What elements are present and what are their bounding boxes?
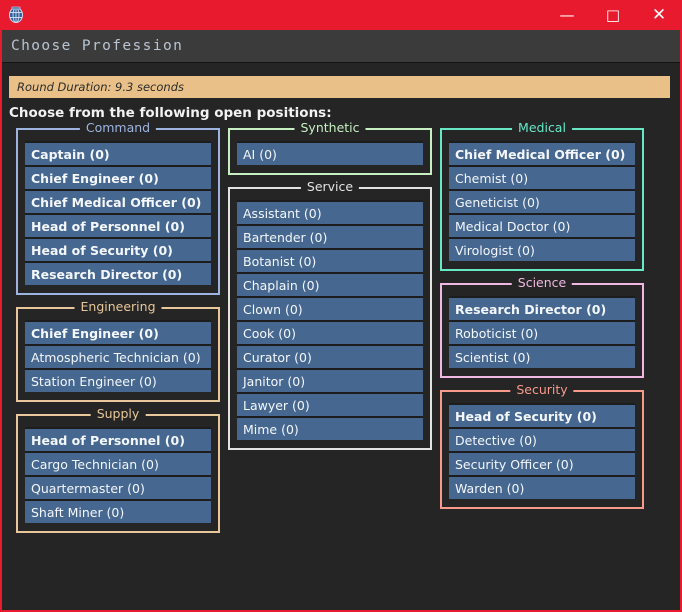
job-button[interactable]: Chief Medical Officer (0) bbox=[25, 189, 211, 213]
job-button[interactable]: Head of Personnel (0) bbox=[25, 213, 211, 237]
job-button[interactable]: Curator (0) bbox=[237, 344, 423, 368]
job-button[interactable]: Security Officer (0) bbox=[449, 451, 635, 475]
job-button[interactable]: Geneticist (0) bbox=[449, 189, 635, 213]
window-titlebar: — □ ✕ bbox=[0, 0, 682, 30]
job-button[interactable]: Chief Medical Officer (0) bbox=[449, 141, 635, 165]
department-group-security: SecurityHead of Security (0)Detective (0… bbox=[440, 390, 644, 509]
column-middle: SyntheticAI (0)ServiceAssistant (0)Barte… bbox=[228, 128, 432, 462]
job-button[interactable]: Warden (0) bbox=[449, 475, 635, 499]
job-button[interactable]: Chaplain (0) bbox=[237, 272, 423, 296]
department-group-supply: SupplyHead of Personnel (0)Cargo Technic… bbox=[16, 414, 220, 533]
department-legend: Synthetic bbox=[294, 121, 365, 135]
job-button[interactable]: Mime (0) bbox=[237, 416, 423, 440]
round-duration-text: Round Duration: 9.3 seconds bbox=[9, 80, 184, 94]
job-button[interactable]: Chief Engineer (0) bbox=[25, 165, 211, 189]
job-button[interactable]: Head of Security (0) bbox=[25, 237, 211, 261]
job-button[interactable]: Chemist (0) bbox=[449, 165, 635, 189]
instruction-text: Choose from the following open positions… bbox=[9, 105, 332, 121]
minimize-button[interactable]: — bbox=[544, 0, 590, 30]
department-legend: Command bbox=[80, 121, 156, 135]
department-legend: Supply bbox=[91, 407, 146, 421]
job-button[interactable]: Lawyer (0) bbox=[237, 392, 423, 416]
job-button[interactable]: Shaft Miner (0) bbox=[25, 499, 211, 523]
column-left: CommandCaptain (0)Chief Engineer (0)Chie… bbox=[16, 128, 220, 545]
job-button[interactable]: Medical Doctor (0) bbox=[449, 213, 635, 237]
globe-emblem-icon bbox=[6, 5, 26, 25]
column-right: MedicalChief Medical Officer (0)Chemist … bbox=[440, 128, 644, 521]
content-area: Round Duration: 9.3 seconds Choose from … bbox=[2, 64, 680, 610]
department-legend: Medical bbox=[512, 121, 572, 135]
job-button[interactable]: Research Director (0) bbox=[25, 261, 211, 285]
window-header-strip: Choose Profession bbox=[2, 30, 680, 63]
job-button[interactable]: AI (0) bbox=[237, 141, 423, 165]
department-legend: Security bbox=[510, 383, 573, 397]
job-button[interactable]: Chief Engineer (0) bbox=[25, 320, 211, 344]
job-button[interactable]: Atmospheric Technician (0) bbox=[25, 344, 211, 368]
department-columns: CommandCaptain (0)Chief Engineer (0)Chie… bbox=[2, 128, 680, 608]
department-group-synthetic: SyntheticAI (0) bbox=[228, 128, 432, 175]
department-group-service: ServiceAssistant (0)Bartender (0)Botanis… bbox=[228, 187, 432, 450]
job-button[interactable]: Research Director (0) bbox=[449, 296, 635, 320]
job-button[interactable]: Quartermaster (0) bbox=[25, 475, 211, 499]
job-button[interactable]: Botanist (0) bbox=[237, 248, 423, 272]
department-legend: Service bbox=[301, 180, 359, 194]
choose-profession-window: — □ ✕ Choose Profession Round Duration: … bbox=[0, 0, 682, 612]
department-group-engineering: EngineeringChief Engineer (0)Atmospheric… bbox=[16, 307, 220, 402]
job-button[interactable]: Clown (0) bbox=[237, 296, 423, 320]
round-duration-banner: Round Duration: 9.3 seconds bbox=[9, 76, 670, 98]
job-button[interactable]: Assistant (0) bbox=[237, 200, 423, 224]
maximize-button[interactable]: □ bbox=[590, 0, 636, 30]
department-group-command: CommandCaptain (0)Chief Engineer (0)Chie… bbox=[16, 128, 220, 295]
page-title: Choose Profession bbox=[2, 38, 183, 54]
job-button[interactable]: Head of Personnel (0) bbox=[25, 427, 211, 451]
job-button[interactable]: Detective (0) bbox=[449, 427, 635, 451]
job-button[interactable]: Cook (0) bbox=[237, 320, 423, 344]
job-button[interactable]: Cargo Technician (0) bbox=[25, 451, 211, 475]
close-button[interactable]: ✕ bbox=[636, 0, 682, 30]
department-group-medical: MedicalChief Medical Officer (0)Chemist … bbox=[440, 128, 644, 271]
department-group-science: ScienceResearch Director (0)Roboticist (… bbox=[440, 283, 644, 378]
job-button[interactable]: Janitor (0) bbox=[237, 368, 423, 392]
department-legend: Science bbox=[512, 276, 572, 290]
job-button[interactable]: Scientist (0) bbox=[449, 344, 635, 368]
job-button[interactable]: Station Engineer (0) bbox=[25, 368, 211, 392]
job-button[interactable]: Bartender (0) bbox=[237, 224, 423, 248]
job-button[interactable]: Head of Security (0) bbox=[449, 403, 635, 427]
job-button[interactable]: Virologist (0) bbox=[449, 237, 635, 261]
job-button[interactable]: Roboticist (0) bbox=[449, 320, 635, 344]
job-button[interactable]: Captain (0) bbox=[25, 141, 211, 165]
department-legend: Engineering bbox=[75, 300, 162, 314]
